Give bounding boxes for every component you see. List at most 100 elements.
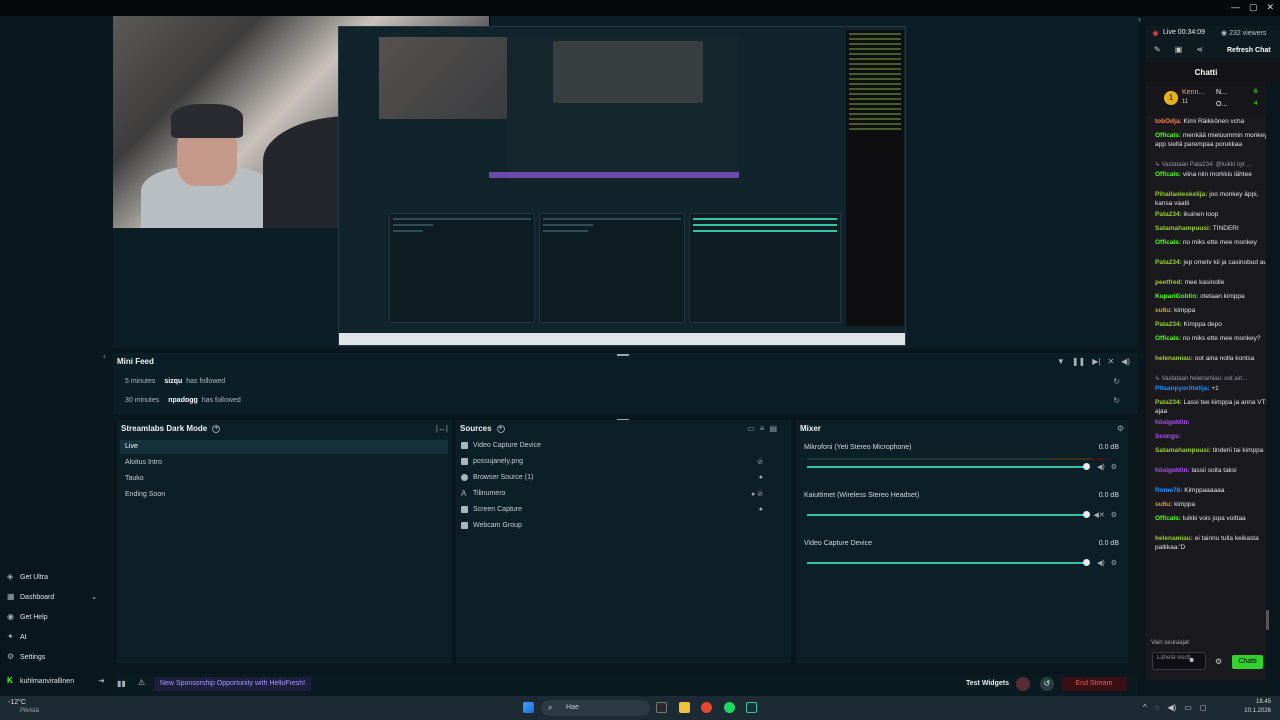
chat-username[interactable]: Officals: (1155, 515, 1183, 522)
chat-scrollbar[interactable] (1266, 610, 1269, 630)
scene-item[interactable]: Ending Soon (120, 488, 448, 502)
repeat-icon[interactable]: ↻ (1113, 396, 1120, 405)
chat-username[interactable]: su6u: (1155, 307, 1174, 314)
chat-username[interactable]: Satamahampuusi: (1155, 447, 1213, 454)
speaker-icon[interactable]: ◀) (1097, 559, 1105, 567)
edit-icon[interactable]: ✎ (1154, 45, 1161, 54)
browser-icon[interactable] (701, 702, 712, 713)
spotify-icon[interactable] (724, 702, 735, 713)
chat-username[interactable]: helenamiau: (1155, 535, 1195, 542)
skip-icon[interactable]: ▶| (1092, 357, 1100, 366)
nav-get-help[interactable]: ◉ Get Help (7, 613, 97, 621)
collapse-left-icon[interactable]: ‹ (103, 351, 106, 361)
weather-temp[interactable]: -12°C (8, 699, 26, 706)
nav-get-ultra[interactable]: ◈ Get Ultra (7, 573, 97, 581)
clock-date[interactable]: 10.1.2026 (1223, 708, 1271, 714)
chevron-up-icon[interactable]: ^ (1143, 703, 1147, 712)
volume-slider[interactable] (807, 559, 1090, 566)
lock-icon[interactable]: ● (759, 474, 763, 481)
speaker-icon[interactable]: ◀) (1097, 463, 1105, 471)
volume-slider[interactable] (807, 463, 1090, 470)
nav-settings[interactable]: ⚙ Settings (7, 653, 97, 661)
chat-username[interactable]: Officals: (1155, 239, 1183, 246)
slider-knob[interactable] (1083, 511, 1090, 518)
task-view-icon[interactable] (656, 702, 667, 713)
network-icon[interactable]: ◌ (1155, 703, 1160, 712)
windows-start-icon[interactable] (523, 702, 534, 713)
resize-handle[interactable] (617, 354, 629, 356)
replay-buffer-icon[interactable]: ↺ (1040, 677, 1054, 691)
chat-username[interactable]: Pitsanpyorittelija: (1155, 385, 1211, 392)
test-widgets-button[interactable]: Test Widgets (966, 680, 1009, 687)
record-button[interactable] (1016, 677, 1030, 691)
delete-icon[interactable]: ▤ (769, 424, 777, 433)
chat-username[interactable]: Pata234: (1155, 399, 1184, 406)
chat-username[interactable]: su6u: (1155, 501, 1174, 508)
collapse-chat-icon[interactable]: › (1138, 14, 1141, 24)
repeat-icon[interactable]: ↻ (1113, 377, 1120, 386)
chat-username[interactable]: helenamiau: (1155, 355, 1195, 362)
scene-transition-icon[interactable]: |↔| (436, 424, 448, 433)
scene-item[interactable]: Tauko (120, 472, 448, 486)
chat-username[interactable]: hiisigoblin: (1155, 419, 1190, 426)
source-item[interactable]: Webcam Group (461, 522, 781, 529)
source-item[interactable]: Browser Source (1) ● (461, 474, 781, 481)
gear-icon[interactable]: ⚙ (1111, 559, 1117, 567)
streamlabs-icon[interactable] (746, 702, 757, 713)
chat-username[interactable]: Pihallaoleskelija: (1155, 191, 1209, 198)
minimize-icon[interactable]: — (1231, 2, 1240, 13)
lock-icon[interactable]: ● ⊘ (751, 490, 763, 498)
layers-icon[interactable]: ≡ (760, 424, 765, 433)
battery-icon[interactable]: ▭ (1184, 703, 1192, 712)
notification-icon[interactable]: ◻ (1200, 703, 1207, 712)
hidden-icon[interactable]: ⊘ (757, 458, 763, 466)
chat-username[interactable]: Pata234: (1155, 259, 1184, 266)
user-account[interactable]: Kkuhlmanvirallinen ⇥ (7, 677, 107, 686)
stats-icon[interactable]: ▮▮ (117, 679, 126, 688)
bookmark-icon[interactable]: ▣ (1175, 45, 1183, 54)
chat-input[interactable]: Lähetä viesti (1152, 652, 1206, 670)
mute-icon[interactable]: ✕ (1107, 357, 1114, 366)
sponsor-notification[interactable]: New Sponsorship Opportunity with HelloFr… (154, 677, 312, 691)
add-source-icon[interactable]: + (496, 424, 505, 433)
send-chat-button[interactable]: Chatti (1232, 655, 1263, 669)
volume-slider[interactable] (807, 511, 1090, 518)
chat-username[interactable]: Satamahampuusi: (1155, 225, 1213, 232)
close-icon[interactable]: ✕ (1266, 2, 1274, 13)
chat-username[interactable]: Officals: (1155, 132, 1183, 139)
file-explorer-icon[interactable] (679, 702, 690, 713)
nav-dashboard[interactable]: ▦ Dashboard ⌄ (7, 593, 97, 602)
slider-knob[interactable] (1083, 559, 1090, 566)
taskbar-search[interactable]: Hae (541, 700, 650, 716)
chat-username[interactable]: tobOdja: (1155, 118, 1184, 125)
source-item[interactable]: Video Capture Device (461, 442, 781, 449)
volume-icon[interactable]: ◀) (1121, 357, 1130, 366)
scene-item[interactable]: Aloitus Intro (120, 456, 448, 470)
speaker-muted-icon[interactable]: ◀✕ (1093, 511, 1104, 519)
source-item[interactable]: A Tilinumero ● ⊘ (461, 490, 781, 498)
chat-username[interactable]: Rome76: (1155, 487, 1184, 494)
refresh-chat-button[interactable]: Refresh Chat (1227, 47, 1271, 54)
end-stream-button[interactable]: End Stream (1061, 677, 1127, 691)
chat-username[interactable]: peetfred: (1155, 279, 1185, 286)
chat-settings-icon[interactable]: ⚙ (1215, 657, 1222, 666)
chat-username[interactable]: Scongs: (1155, 433, 1181, 440)
chat-username[interactable]: Pata234: (1155, 321, 1184, 328)
source-item[interactable]: possujanely.png ⊘ (461, 458, 781, 466)
add-scene-icon[interactable]: + (212, 424, 221, 433)
chat-username[interactable]: Pata234: (1155, 211, 1184, 218)
source-item[interactable]: Screen Capture ● (461, 506, 781, 513)
maximize-icon[interactable]: ▢ (1249, 2, 1258, 13)
gear-icon[interactable]: ⚙ (1111, 463, 1117, 471)
gear-icon[interactable]: ⚙ (1111, 511, 1117, 519)
scene-item[interactable]: Live (120, 440, 448, 454)
folder-icon[interactable]: ▭ (747, 424, 755, 433)
logout-icon[interactable]: ⇥ (98, 677, 104, 685)
emoji-icon[interactable]: ☻ (1188, 657, 1195, 664)
chat-username[interactable]: KupariGoblin: (1155, 293, 1200, 300)
slider-knob[interactable] (1083, 463, 1090, 470)
weather-desc[interactable]: Pilvistä (20, 708, 39, 714)
clock-time[interactable]: 18.45 (1223, 699, 1271, 705)
chat-username[interactable]: hiisigoblin: (1155, 467, 1191, 474)
share-icon[interactable]: ⋖ (1196, 45, 1203, 54)
